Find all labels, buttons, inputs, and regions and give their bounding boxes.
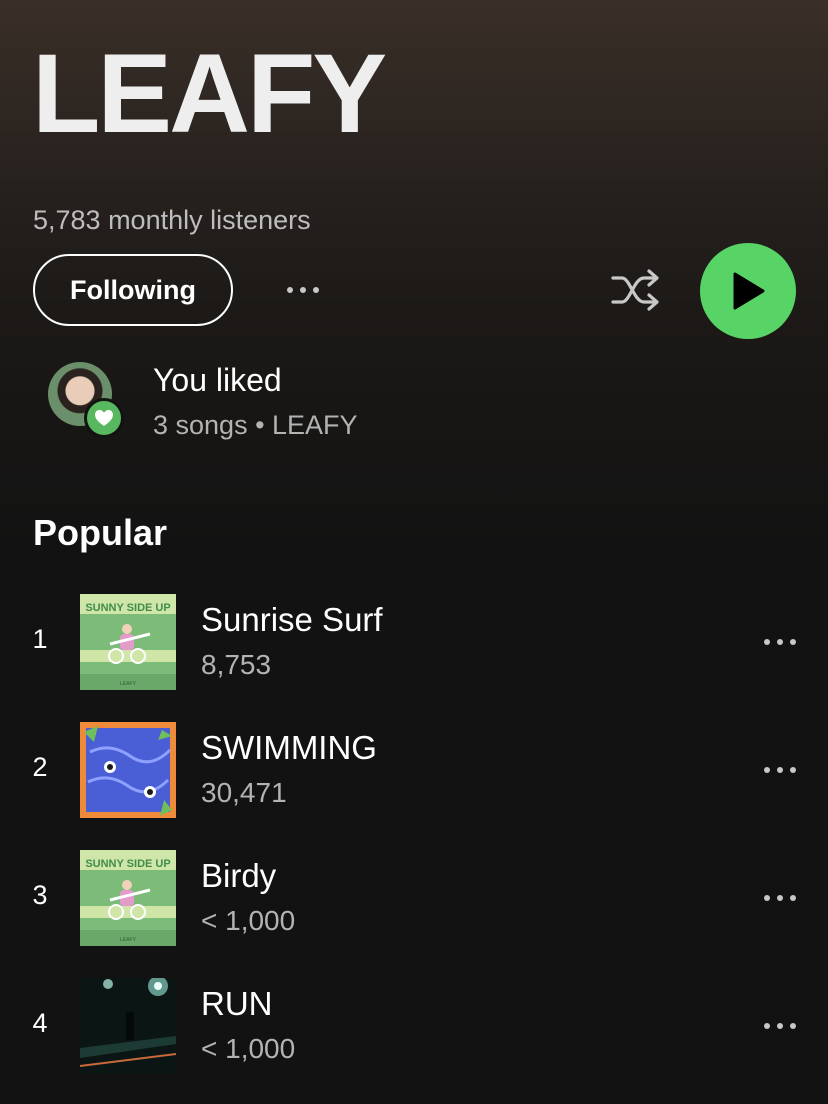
- dot: [300, 287, 306, 293]
- track-more-icon[interactable]: [764, 639, 796, 645]
- dot: [764, 767, 770, 773]
- liked-songs-row[interactable]: You liked 3 songs • LEAFY: [48, 360, 428, 440]
- track-row[interactable]: 1 SUNNY SIDE UP LEAFY Sunrise Surf 8,753: [0, 594, 828, 690]
- heart-icon: [95, 410, 113, 426]
- cover-title: SUNNY SIDE UP: [85, 858, 170, 870]
- following-button[interactable]: Following: [33, 254, 233, 326]
- swimming-cover: [80, 722, 176, 818]
- dot: [790, 1023, 796, 1029]
- sunny-side-up-cover: SUNNY SIDE UP LEAFY: [80, 850, 176, 946]
- dot: [287, 287, 293, 293]
- track-rank: 2: [32, 752, 48, 782]
- track-more-icon[interactable]: [764, 1023, 796, 1029]
- track-row[interactable]: 4 RUN < 1,000: [0, 978, 828, 1074]
- dot: [313, 287, 319, 293]
- dot: [790, 767, 796, 773]
- track-rank: 3: [32, 880, 48, 910]
- play-icon: [733, 272, 765, 310]
- run-cover: [80, 978, 176, 1074]
- dot: [777, 895, 783, 901]
- track-rank: 1: [32, 624, 48, 654]
- dot: [777, 767, 783, 773]
- track-more-icon[interactable]: [764, 767, 796, 773]
- track-plays: 8,753: [201, 649, 272, 680]
- cover-artist: LEAFY: [120, 937, 137, 943]
- shuffle-icon[interactable]: [610, 266, 662, 314]
- heart-badge: [84, 398, 124, 438]
- popular-heading: Popular: [33, 512, 168, 553]
- track-more-icon[interactable]: [764, 895, 796, 901]
- track-title: Sunrise Surf: [201, 601, 383, 638]
- dot: [777, 1023, 783, 1029]
- track-rank: 4: [32, 1008, 48, 1038]
- monthly-listeners: 5,783 monthly listeners: [33, 205, 311, 235]
- dot: [790, 895, 796, 901]
- cover-artist: LEAFY: [120, 681, 137, 687]
- track-row[interactable]: 3 SUNNY SIDE UP LEAFY Birdy < 1,000: [0, 850, 828, 946]
- dot: [777, 639, 783, 645]
- track-plays: 30,471: [201, 777, 287, 808]
- track-title: RUN: [201, 985, 273, 1022]
- dot: [764, 1023, 770, 1029]
- play-button[interactable]: [700, 243, 796, 339]
- artist-more-icon[interactable]: [287, 287, 319, 293]
- liked-title: You liked: [153, 362, 282, 398]
- track-plays: < 1,000: [201, 905, 296, 936]
- track-row[interactable]: 2 SWIMMING 30,471: [0, 722, 828, 818]
- cover-title: SUNNY SIDE UP: [85, 602, 170, 614]
- dot: [764, 895, 770, 901]
- dot: [790, 639, 796, 645]
- artist-name: LEAFY: [32, 31, 387, 156]
- dot: [764, 639, 770, 645]
- liked-subtitle: 3 songs • LEAFY: [153, 410, 358, 440]
- track-title: Birdy: [201, 857, 277, 894]
- track-plays: < 1,000: [201, 1033, 296, 1064]
- sunny-side-up-cover: SUNNY SIDE UP LEAFY: [80, 594, 176, 690]
- track-title: SWIMMING: [201, 729, 377, 766]
